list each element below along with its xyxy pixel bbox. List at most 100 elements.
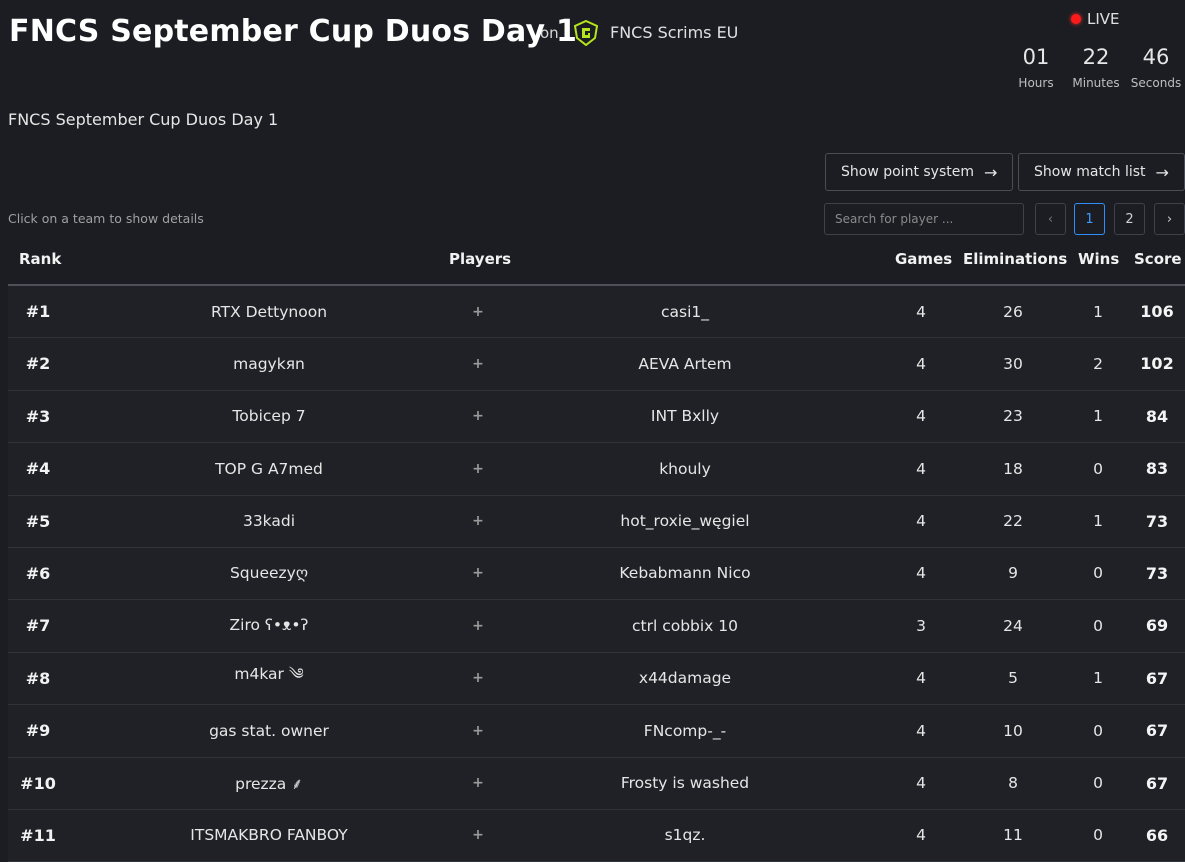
player-two-cell: ctrl cobbix 10 <box>631 616 739 635</box>
rank-cell: #1 <box>25 302 51 321</box>
player-one-cell: RTX Dettynoon <box>210 302 328 321</box>
wins-cell: 1 <box>1093 512 1103 531</box>
rank-cell: #7 <box>25 616 51 636</box>
eliminations-cell: 18 <box>1003 459 1023 478</box>
column-header-score: Score <box>1134 250 1182 268</box>
rank-cell: #11 <box>20 825 56 845</box>
games-cell: 4 <box>916 774 926 793</box>
player-two-cell: INT Bxlly <box>650 407 720 426</box>
table-row[interactable]: #8 m4kar ༄ + x44damage 4 5 1 67 <box>8 652 1185 706</box>
score-cell: 106 <box>1140 302 1174 321</box>
player-one-cell: gas stat. owner <box>209 721 329 740</box>
table-row[interactable]: #7 Ziro ʕ•ᴥ•ʔ + ctrl cobbix 10 3 24 0 69 <box>8 600 1185 653</box>
eliminations-cell: 22 <box>1003 512 1023 531</box>
countdown-value: 46 <box>1142 45 1170 69</box>
table-row[interactable]: #11 ITSMAKBRO FANBOY + s1qz. 4 11 0 66 <box>8 809 1185 862</box>
countdown-minutes: 22 Minutes <box>1066 44 1126 90</box>
countdown-label: Minutes <box>1072 76 1120 90</box>
wins-cell: 0 <box>1093 774 1103 793</box>
games-cell: 4 <box>916 721 926 740</box>
next-page-button[interactable]: › <box>1154 203 1185 235</box>
player-one-cell: Ziro ʕ•ᴥ•ʔ <box>229 616 309 635</box>
table-row[interactable]: #1 RTX Dettynoon + casi1_ 4 26 1 106 <box>8 286 1185 339</box>
games-cell: 4 <box>916 512 926 531</box>
wins-cell: 2 <box>1093 354 1103 373</box>
wins-cell: 0 <box>1093 616 1103 635</box>
countdown-label: Hours <box>1018 76 1054 90</box>
plus-icon: + <box>472 775 484 792</box>
games-cell: 4 <box>916 459 926 478</box>
player-one-cell: prezza ⸙ <box>235 775 303 794</box>
rank-cell: #3 <box>25 406 51 426</box>
player-two-cell: Frosty is washed <box>620 774 750 793</box>
organizer-link[interactable]: FNCS Scrims EU <box>610 23 738 42</box>
countdown-hours: 01 Hours <box>1006 44 1066 90</box>
organizer-logo-icon[interactable] <box>573 20 599 46</box>
details-hint: Click on a team to show details <box>8 211 204 226</box>
prev-page-button[interactable]: ‹ <box>1035 203 1066 235</box>
countdown-value: 01 <box>1022 45 1050 69</box>
table-row[interactable]: #10 prezza ⸙ + Frosty is washed 4 8 0 67 <box>8 757 1185 810</box>
eliminations-cell: 23 <box>1003 407 1023 426</box>
show-point-system-button[interactable]: Show point system → <box>825 153 1013 191</box>
eliminations-cell: 8 <box>1008 774 1018 793</box>
player-one-cell: 33kadi <box>242 512 296 531</box>
table-row[interactable]: #9 gas stat. owner + FNcomp-_- 4 10 0 67 <box>8 705 1185 758</box>
page-button-1[interactable]: 1 <box>1074 203 1105 235</box>
score-cell: 67 <box>1145 721 1169 741</box>
arrow-right-icon: → <box>984 162 998 182</box>
games-cell: 4 <box>916 826 926 845</box>
score-cell: 69 <box>1145 616 1169 636</box>
plus-icon: + <box>472 355 484 372</box>
table-row[interactable]: #6 Squeezyღ + Kebabmann Nico 4 9 0 73 <box>8 547 1185 601</box>
player-two-cell: s1qz. <box>664 826 706 845</box>
show-match-list-button[interactable]: Show match list → <box>1018 153 1185 191</box>
player-one-cell: ITSMAKBRO FANBOY <box>190 826 348 845</box>
table-row[interactable]: #3 Tobicep 7 + INT Bxlly 4 23 1 84 <box>8 390 1185 444</box>
page-button-2[interactable]: 2 <box>1114 203 1145 235</box>
games-cell: 4 <box>916 354 926 373</box>
games-cell: 4 <box>916 407 926 426</box>
rank-cell: #10 <box>20 773 56 793</box>
column-header-games: Games <box>895 250 953 268</box>
score-cell: 66 <box>1145 825 1169 845</box>
player-two-cell: FNcomp-_- <box>643 721 727 740</box>
countdown-value: 22 <box>1082 45 1110 69</box>
table-row[interactable]: #5 33kadi + hot_roxie_węgiel 4 22 1 73 <box>8 495 1185 548</box>
score-cell: 102 <box>1140 354 1174 374</box>
countdown-label: Seconds <box>1130 76 1182 90</box>
column-header-rank: Rank <box>19 250 62 268</box>
rank-cell: #2 <box>25 354 51 374</box>
games-cell: 4 <box>916 669 926 688</box>
eliminations-cell: 30 <box>1003 354 1023 373</box>
plus-icon: + <box>472 617 484 634</box>
wins-cell: 1 <box>1093 669 1103 688</box>
games-cell: 4 <box>916 564 926 583</box>
column-header-eliminations: Eliminations <box>963 250 1068 268</box>
rank-cell: #6 <box>25 563 51 583</box>
eliminations-cell: 11 <box>1003 826 1023 845</box>
player-search-input[interactable] <box>824 203 1024 235</box>
table-row[interactable]: #4 TOP G A7med + khouly 4 18 0 83 <box>8 443 1185 496</box>
wins-cell: 1 <box>1093 302 1103 321</box>
plus-icon: + <box>472 460 484 477</box>
live-dot-icon <box>1071 14 1081 24</box>
player-two-cell: hot_roxie_węgiel <box>620 512 750 531</box>
player-two-cell: Kebabmann Nico <box>619 564 751 583</box>
eliminations-cell: 9 <box>1008 564 1018 583</box>
leaderboard-table: #1 RTX Dettynoon + casi1_ 4 26 1 106 #2 … <box>8 286 1185 862</box>
wins-cell: 0 <box>1093 459 1103 478</box>
live-label: LIVE <box>1087 10 1120 28</box>
plus-icon: + <box>472 722 484 739</box>
session-subtitle: FNCS September Cup Duos Day 1 <box>8 110 279 129</box>
wins-cell: 0 <box>1093 826 1103 845</box>
chevron-right-icon: › <box>1166 211 1173 227</box>
player-one-cell: Squeezyღ <box>229 564 309 583</box>
eliminations-cell: 5 <box>1008 669 1018 688</box>
button-label: Show point system <box>841 164 974 180</box>
plus-icon: + <box>472 513 484 530</box>
wins-cell: 1 <box>1093 407 1103 426</box>
score-cell: 73 <box>1145 563 1169 583</box>
table-row[interactable]: #2 magykяn + AEVA Artem 4 30 2 102 <box>8 338 1185 391</box>
score-cell: 67 <box>1145 773 1169 793</box>
